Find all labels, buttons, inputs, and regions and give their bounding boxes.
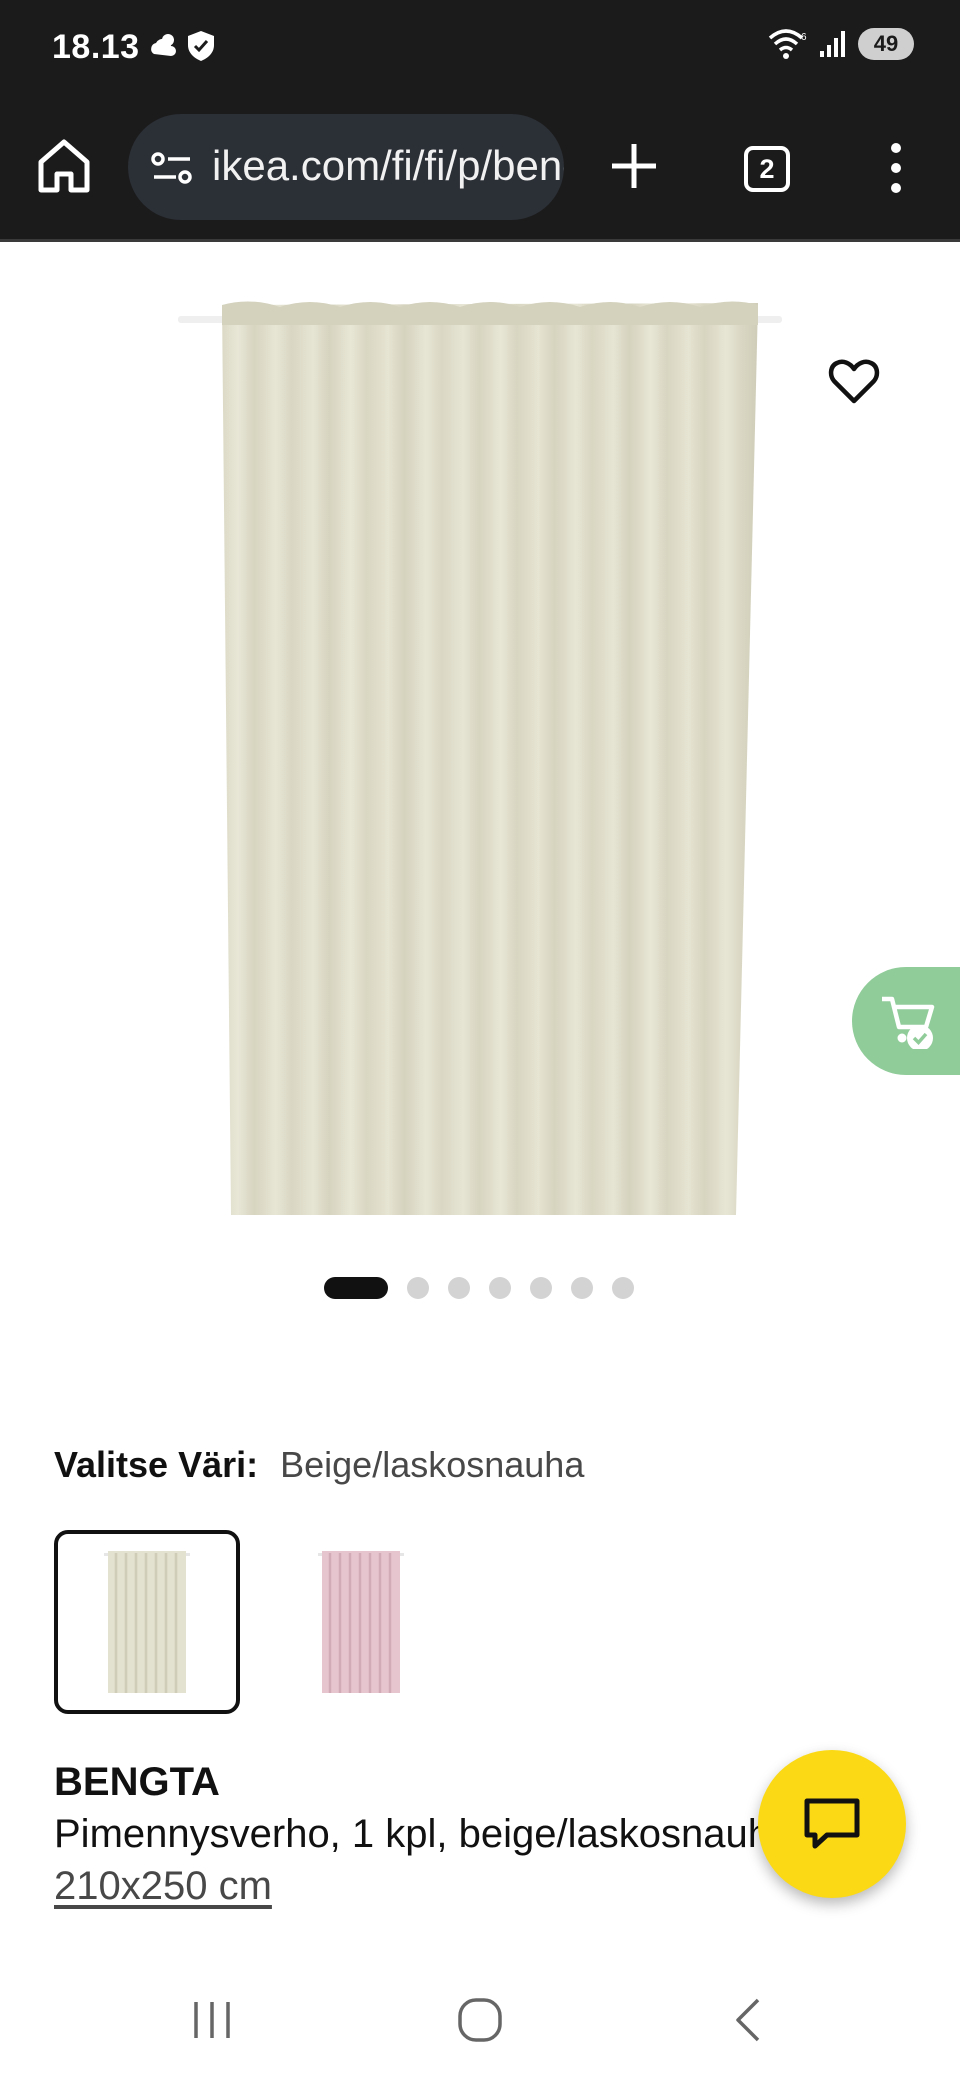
heart-icon[interactable] [826,353,882,409]
pink-curtain-thumbnail[interactable] [268,1530,454,1714]
browser-toolbar: ikea.com/fi/fi/p/bengta-pimennysverho 2 [0,100,960,242]
carousel-dot[interactable] [323,1277,388,1299]
carousel-dot[interactable] [488,1277,511,1299]
back-chevron-icon[interactable] [730,1996,766,2044]
color-selector: Valitse Väri: Beige/laskosnauha [54,1444,584,1486]
status-right-icons: 6 49 [768,28,914,60]
status-time: 18.13 [52,28,140,66]
beige-curtain-thumbnail[interactable] [54,1530,240,1714]
address-bar[interactable]: ikea.com/fi/fi/p/bengta-pimennysverho [128,114,564,220]
product-size-link[interactable]: 210x250 cm [54,1864,272,1909]
chat-button[interactable] [758,1750,906,1898]
shield-check-icon [188,31,214,61]
url-text[interactable]: ikea.com/fi/fi/p/bengta-pimennysverho [212,142,564,190]
signal-icon [820,31,845,57]
product-name: BENGTA [54,1760,220,1804]
home-circle-icon[interactable] [456,1996,504,2044]
chat-bubble-icon [804,1798,860,1849]
new-tab-icon[interactable] [608,140,660,192]
color-label: Valitse Väri: [54,1444,259,1485]
carousel-dot[interactable] [447,1277,470,1299]
carousel-dot[interactable] [406,1277,429,1299]
wifi-icon: 6 [768,29,807,59]
menu-icon[interactable] [884,140,908,196]
carousel-dot[interactable] [611,1277,634,1299]
status-bar: 18.13 6 49 [0,0,960,100]
cart-check-icon[interactable] [852,967,960,1075]
beige-curtain-photo [178,301,782,1215]
product-description: Pimennysverho, 1 kpl, beige/laskosnauha, [54,1812,774,1856]
svg-text:6: 6 [801,32,807,43]
status-left-icons [148,30,216,62]
battery-icon: 49 [858,28,914,60]
carousel-dot[interactable] [529,1277,552,1299]
home-icon[interactable] [36,136,92,196]
system-navigation-bar [0,1960,960,2080]
carousel-dot[interactable] [570,1277,593,1299]
site-settings-icon[interactable] [150,150,194,186]
color-swatches [54,1530,454,1714]
color-value: Beige/laskosnauha [280,1444,585,1485]
image-carousel-dots[interactable] [0,1275,960,1301]
cloud-sun-icon [151,34,176,56]
recent-apps-icon[interactable] [190,1998,234,2042]
product-image-gallery[interactable] [0,245,960,1285]
tab-switcher-icon[interactable]: 2 [744,146,790,192]
